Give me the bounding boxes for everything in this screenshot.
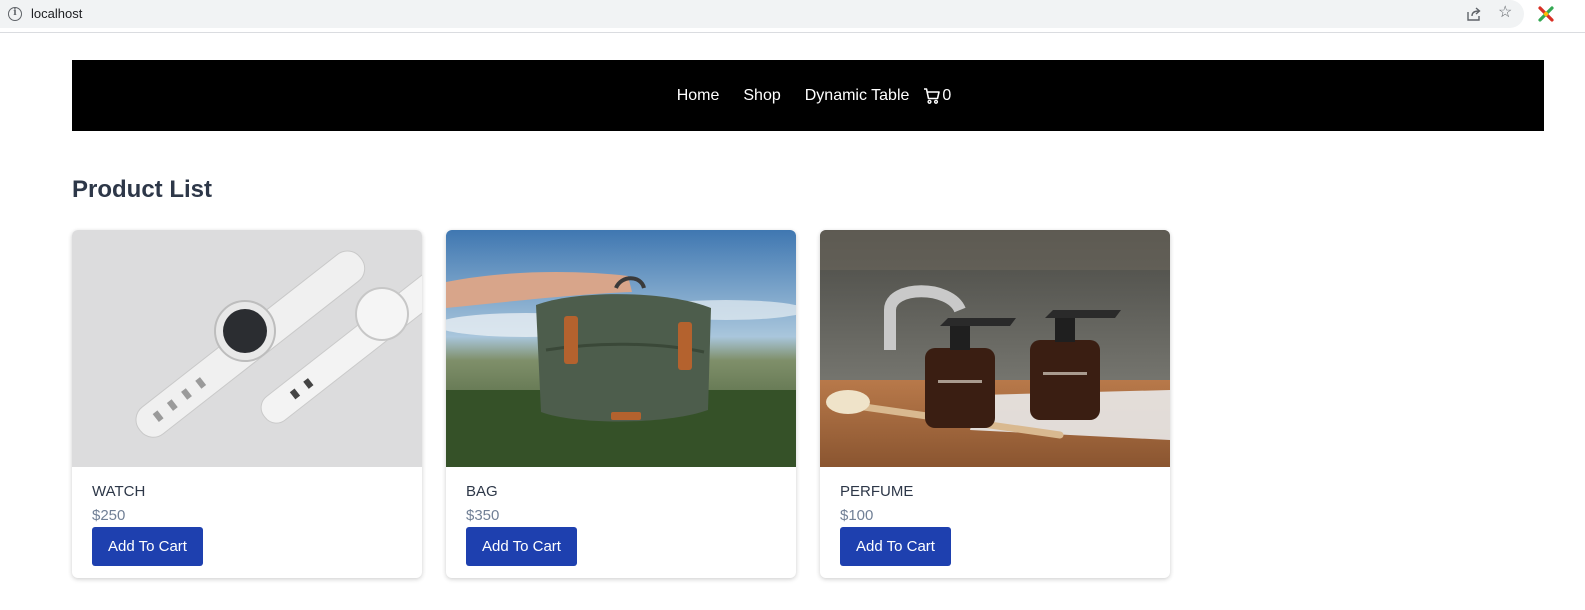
product-image-bag bbox=[446, 230, 796, 467]
extension-icon[interactable] bbox=[1537, 5, 1555, 28]
nav-link-dynamic-table[interactable]: Dynamic Table bbox=[805, 87, 910, 105]
product-image-perfume bbox=[820, 230, 1170, 467]
product-card-watch: WATCH $250 Add To Cart bbox=[72, 230, 422, 578]
product-name: BAG bbox=[466, 483, 498, 500]
nav-link-home[interactable]: Home bbox=[677, 87, 720, 105]
cart-icon bbox=[923, 87, 941, 105]
browser-toolbar: i localhost ☆ bbox=[0, 0, 1585, 33]
url-text[interactable]: localhost bbox=[31, 6, 82, 21]
share-icon[interactable] bbox=[1466, 6, 1482, 27]
add-to-cart-button[interactable]: Add To Cart bbox=[466, 527, 577, 566]
page-title: Product List bbox=[72, 176, 213, 203]
product-price: $100 bbox=[840, 507, 874, 524]
product-name: WATCH bbox=[92, 483, 146, 500]
product-card-perfume: PERFUME $100 Add To Cart bbox=[820, 230, 1170, 578]
nav-link-shop[interactable]: Shop bbox=[743, 87, 780, 105]
cart-count: 0 bbox=[942, 86, 952, 104]
product-name: PERFUME bbox=[840, 483, 914, 500]
main-navbar: Home Shop Dynamic Table 0 bbox=[72, 60, 1544, 131]
navbar-inner: Home Shop Dynamic Table 0 bbox=[72, 60, 1544, 131]
product-price: $350 bbox=[466, 507, 500, 524]
info-icon[interactable]: i bbox=[8, 7, 22, 21]
product-image-watch bbox=[72, 230, 422, 467]
star-icon[interactable]: ☆ bbox=[1498, 5, 1512, 21]
add-to-cart-button[interactable]: Add To Cart bbox=[92, 527, 203, 566]
product-price: $250 bbox=[92, 507, 126, 524]
add-to-cart-button[interactable]: Add To Cart bbox=[840, 527, 951, 566]
product-card-bag: BAG $350 Add To Cart bbox=[446, 230, 796, 578]
cart-link[interactable]: 0 bbox=[923, 87, 951, 105]
address-bar[interactable]: i localhost ☆ bbox=[0, 0, 1524, 28]
